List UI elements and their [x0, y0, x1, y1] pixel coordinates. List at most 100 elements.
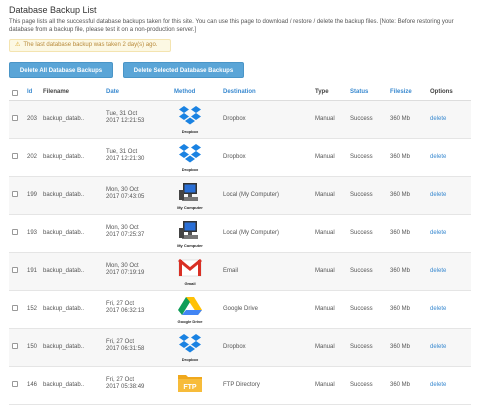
backup-id: 191 [27, 268, 38, 274]
table-row: 191 backup_datab.. Mon, 30 Oct 2017 07:19… [9, 253, 471, 291]
dropbox-icon: Dropbox [177, 105, 203, 135]
backup-id: 203 [27, 116, 38, 122]
method-label: Google Drive [177, 319, 203, 324]
delete-link[interactable]: delete [430, 154, 446, 160]
backup-filesize: 360 Mb [390, 382, 411, 388]
backup-destination: Dropbox [223, 154, 246, 160]
table-row: 199 backup_datab.. Mon, 30 Oct 2017 07:43… [9, 177, 471, 215]
backup-destination: Dropbox [223, 116, 246, 122]
backup-date: Mon, 30 Oct 2017 07:43:05 [106, 187, 145, 200]
page-description: This page lists all the successful datab… [9, 19, 454, 33]
backup-filesize: 360 Mb [390, 306, 411, 312]
header-filesize[interactable]: Filesize [390, 89, 412, 95]
backup-filename: backup_datab.. [43, 116, 85, 122]
row-checkbox[interactable] [12, 267, 18, 273]
header-filename: Filename [43, 89, 70, 95]
backup-id: 199 [27, 192, 38, 198]
delete-link[interactable]: delete [430, 306, 446, 312]
header-status[interactable]: Status [350, 89, 368, 95]
backup-type: Manual [315, 344, 335, 350]
method-label: Dropbox [181, 129, 199, 134]
backup-destination: Google Drive [223, 306, 259, 312]
backup-date: Fri, 27 Oct 2017 06:32:13 [106, 301, 145, 314]
backup-date: Tue, 31 Oct 2017 12:21:30 [106, 149, 145, 162]
backup-destination: FTP Directory [223, 382, 260, 388]
backup-id: 150 [27, 344, 38, 350]
table-row: 150 backup_datab.. Fri, 27 Oct 2017 06:31… [9, 329, 471, 367]
backup-type: Manual [315, 268, 335, 274]
delete-link[interactable]: delete [430, 268, 446, 274]
backup-id: 146 [27, 382, 38, 388]
delete-all-button[interactable]: Delete All Database Backups [9, 62, 113, 78]
computer-icon: My Computer [177, 181, 203, 211]
backup-filesize: 360 Mb [390, 154, 411, 160]
backup-filename: backup_datab.. [43, 306, 85, 312]
delete-link[interactable]: delete [430, 192, 446, 198]
backup-date: Fri, 27 Oct 2017 06:31:58 [106, 339, 145, 352]
header-options: Options [430, 89, 453, 95]
backup-type: Manual [315, 192, 335, 198]
method-label: Gmail [184, 281, 196, 286]
backup-filename: backup_datab.. [43, 268, 85, 274]
row-checkbox[interactable] [12, 381, 18, 387]
row-checkbox[interactable] [12, 229, 18, 235]
backup-type: Manual [315, 306, 335, 312]
backup-date: Fri, 27 Oct 2017 05:38:49 [106, 377, 145, 390]
backup-type: Manual [315, 382, 335, 388]
header-method[interactable]: Method [174, 89, 195, 95]
header-destination[interactable]: Destination [223, 89, 256, 95]
last-backup-alert: ⚠ The last database backup was taken 2 da… [9, 39, 171, 52]
backup-id: 202 [27, 154, 38, 160]
dropbox-icon: Dropbox [177, 143, 203, 173]
table-row: 193 backup_datab.. Mon, 30 Oct 2017 07:25… [9, 215, 471, 253]
table-row: 202 backup_datab.. Tue, 31 Oct 2017 12:21… [9, 139, 471, 177]
backup-filename: backup_datab.. [43, 192, 85, 198]
backup-status: Success [350, 344, 373, 350]
backup-filesize: 360 Mb [390, 268, 411, 274]
backup-id: 193 [27, 230, 38, 236]
backup-filesize: 360 Mb [390, 192, 411, 198]
backup-type: Manual [315, 230, 335, 236]
row-checkbox[interactable] [12, 153, 18, 159]
header-id[interactable]: Id [27, 89, 32, 95]
backup-status: Success [350, 306, 373, 312]
backup-date: Mon, 30 Oct 2017 07:25:37 [106, 225, 145, 238]
table-row: 152 backup_datab.. Fri, 27 Oct 2017 06:32… [9, 291, 471, 329]
backup-type: Manual [315, 116, 335, 122]
backup-filesize: 360 Mb [390, 116, 411, 122]
backup-filename: backup_datab.. [43, 154, 85, 160]
backup-status: Success [350, 192, 373, 198]
backup-destination: Dropbox [223, 344, 246, 350]
backup-id: 152 [27, 306, 38, 312]
delete-link[interactable]: delete [430, 116, 446, 122]
backup-status: Success [350, 230, 373, 236]
backup-status: Success [350, 154, 373, 160]
header-date[interactable]: Date [106, 89, 119, 95]
page-title: Database Backup List [9, 5, 97, 15]
backup-type: Manual [315, 154, 335, 160]
backup-destination: Local (My Computer) [223, 230, 280, 236]
table-row: 203 backup_datab.. Tue, 31 Oct 2017 12:21… [9, 101, 471, 139]
gmail-icon: Gmail [177, 257, 203, 287]
method-label: My Computer [177, 205, 203, 210]
delete-link[interactable]: delete [430, 344, 446, 350]
row-checkbox[interactable] [12, 191, 18, 197]
backup-status: Success [350, 268, 373, 274]
header-type: Type [315, 89, 329, 95]
backup-date: Mon, 30 Oct 2017 07:19:19 [106, 263, 145, 276]
backup-status: Success [350, 116, 373, 122]
backup-filesize: 360 Mb [390, 230, 411, 236]
warning-icon: ⚠ [15, 42, 21, 48]
delete-selected-button[interactable]: Delete Selected Database Backups [123, 62, 244, 78]
backup-destination: Email [223, 268, 239, 274]
delete-link[interactable]: delete [430, 230, 446, 236]
row-checkbox[interactable] [12, 343, 18, 349]
backup-status: Success [350, 382, 373, 388]
backup-filesize: 360 Mb [390, 344, 411, 350]
select-all-checkbox[interactable] [12, 90, 18, 96]
row-checkbox[interactable] [12, 305, 18, 311]
backup-destination: Local (My Computer) [223, 192, 280, 198]
row-checkbox[interactable] [12, 115, 18, 121]
delete-link[interactable]: delete [430, 382, 446, 388]
alert-text: The last database backup was taken 2 day… [23, 42, 158, 48]
